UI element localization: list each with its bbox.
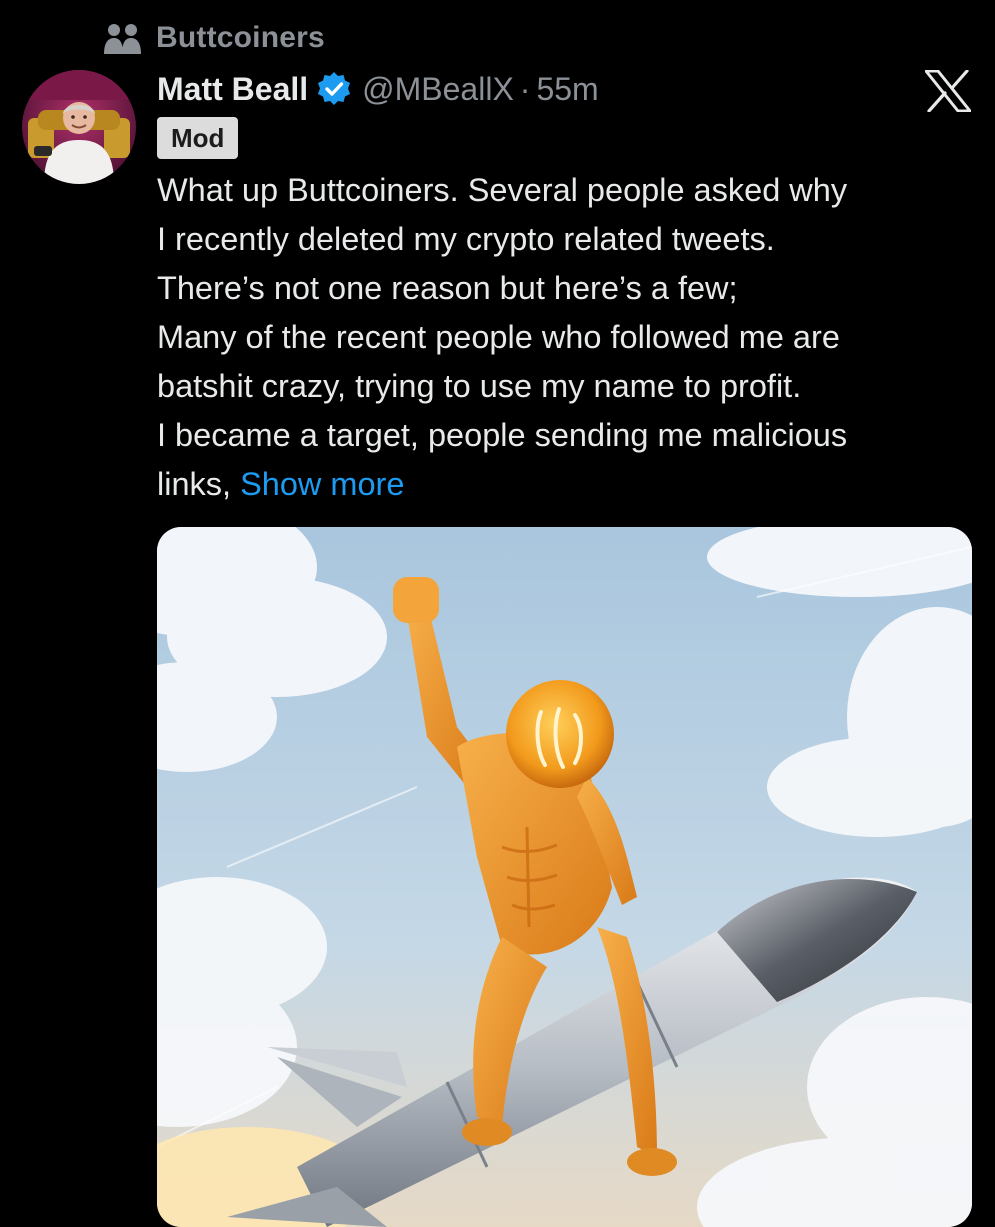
- post-image[interactable]: [157, 527, 972, 1227]
- community-name[interactable]: Buttcoiners: [156, 21, 325, 55]
- post-text-line: What up Buttcoiners. Several people aske…: [157, 172, 848, 208]
- post-text-line: links,: [157, 466, 241, 502]
- post-text-line: I recently deleted my crypto related twe…: [157, 221, 775, 257]
- community-header[interactable]: Buttcoiners: [104, 18, 325, 58]
- post-text-last-line: links, Show more: [157, 460, 977, 509]
- post-header: Matt Beall @MBeallX · 55m: [157, 64, 599, 114]
- separator-dot: ·: [519, 70, 531, 107]
- show-more-link[interactable]: Show more: [240, 466, 404, 502]
- mod-badge: Mod: [157, 117, 239, 159]
- verified-badge-icon: [308, 71, 362, 107]
- author-display-name[interactable]: Matt Beall: [157, 71, 308, 108]
- x-logo-icon[interactable]: [925, 70, 971, 112]
- community-people-icon: [104, 21, 142, 55]
- author-handle[interactable]: @MBeallX: [362, 71, 514, 108]
- post-text-line: Many of the recent people who followed m…: [157, 319, 840, 355]
- post-text: What up Buttcoiners. Several people aske…: [157, 166, 977, 509]
- post-text-line: batshit crazy, trying to use my name to …: [157, 368, 802, 404]
- post-timestamp[interactable]: 55m: [536, 71, 598, 108]
- post-text-line: I became a target, people sending me mal…: [157, 417, 848, 453]
- avatar[interactable]: [22, 70, 136, 184]
- post-text-line: There’s not one reason but here’s a few;: [157, 270, 738, 306]
